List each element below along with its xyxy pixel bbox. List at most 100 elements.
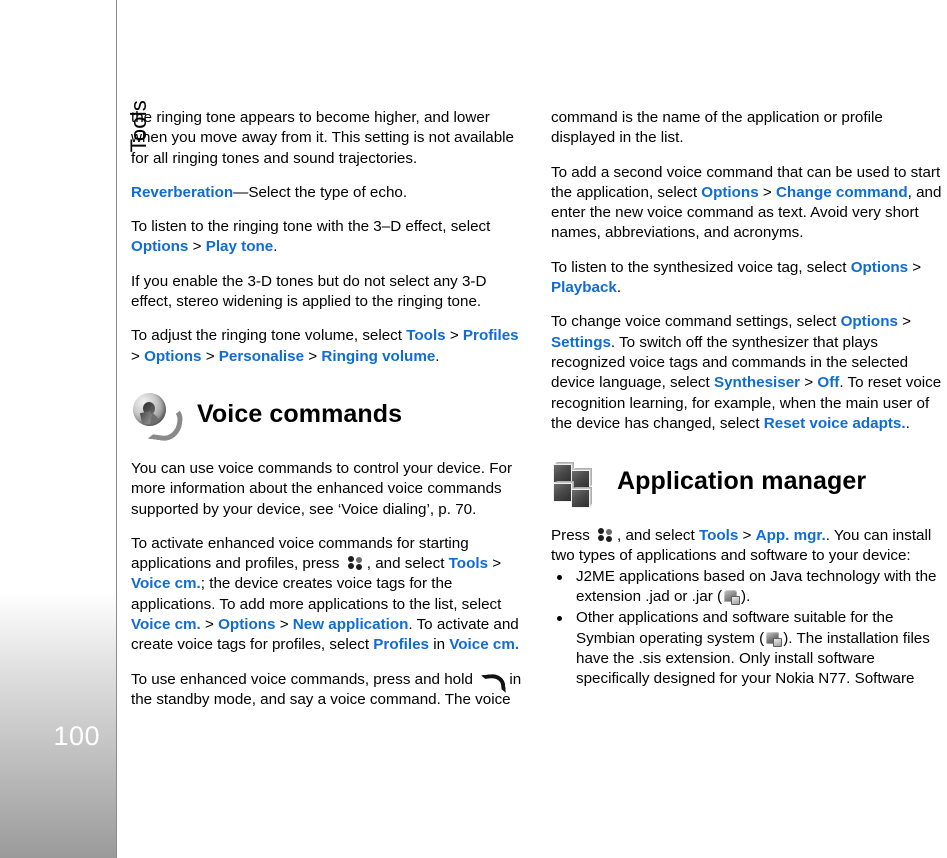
- symbian-app-icon: [766, 631, 783, 647]
- menu-key-icon: [347, 555, 363, 571]
- page-number: 100: [53, 721, 100, 751]
- ui-term-link[interactable]: Options: [841, 313, 898, 330]
- ui-term-link[interactable]: Options: [701, 184, 758, 201]
- body-text: .: [273, 238, 278, 256]
- call-key-icon: [481, 672, 507, 695]
- paragraph: Press , and select Tools > App. mgr.. Yo…: [551, 526, 946, 567]
- ui-term-link[interactable]: Synthesiser: [714, 374, 800, 391]
- body-text: .: [616, 279, 622, 297]
- appmgr-icon-block-4: [571, 489, 590, 509]
- chapter-sidebar: Tools 100: [0, 0, 151, 858]
- body-text: >: [131, 347, 145, 365]
- left-paragraph-group: the ringing tone appears to become highe…: [131, 108, 526, 367]
- body-text: You can use voice commands to control yo…: [131, 459, 513, 518]
- paragraph: the ringing tone appears to become highe…: [131, 108, 526, 169]
- ui-term-link[interactable]: Profiles: [373, 636, 429, 653]
- paragraph: To activate enhanced voice commands for …: [131, 534, 526, 656]
- paragraph: To adjust the ringing tone volume, selec…: [131, 326, 526, 367]
- menu-key-icon: [598, 527, 613, 543]
- ui-term-link[interactable]: Profiles: [463, 327, 519, 344]
- ui-term-link[interactable]: Playback: [551, 279, 617, 296]
- body-text: , and select: [366, 555, 449, 573]
- install-types-list: J2ME applications based on Java technolo…: [551, 567, 946, 690]
- ui-term-link[interactable]: Tools: [699, 527, 738, 544]
- body-text: >: [201, 347, 219, 365]
- menu-key-dot: [347, 563, 354, 570]
- ui-term-link[interactable]: Options: [218, 616, 275, 633]
- menu-key-dot: [347, 556, 354, 563]
- menu-key-dot: [606, 536, 613, 543]
- ui-term-link[interactable]: Tools: [406, 327, 445, 344]
- left-text-column: the ringing tone appears to become highe…: [131, 108, 526, 710]
- paragraph: command is the name of the application o…: [551, 108, 946, 149]
- ui-term-link[interactable]: Voice cm.: [131, 575, 201, 592]
- manual-page: Tools 100 the ringing tone appears to be…: [0, 0, 947, 858]
- body-text: >: [200, 616, 219, 634]
- ui-term-link[interactable]: Options: [851, 259, 908, 276]
- application-manager-heading: Application manager: [551, 456, 946, 509]
- ui-term-link[interactable]: Reset voice adapts.: [764, 415, 906, 432]
- bullet-dot-icon: [557, 616, 562, 622]
- body-text: To listen to the ringing tone with the 3…: [131, 218, 491, 236]
- ui-term-link[interactable]: Voice cm.: [131, 616, 201, 633]
- application-manager-icon: [551, 456, 601, 509]
- body-text: To listen to the synthesized voice tag, …: [551, 258, 851, 276]
- ui-term-link[interactable]: Change command: [776, 184, 908, 201]
- ui-term-link[interactable]: Voice cm.: [449, 636, 519, 653]
- body-text: >: [908, 258, 922, 276]
- ui-term-link[interactable]: Off: [817, 374, 839, 391]
- voice-commands-icon: [131, 389, 185, 444]
- body-text: the ringing tone appears to become highe…: [131, 109, 514, 167]
- ui-term-link[interactable]: Personalise: [219, 348, 304, 365]
- body-text: >: [304, 347, 322, 365]
- body-text: , and select: [617, 527, 699, 545]
- list-item: J2ME applications based on Java technolo…: [551, 567, 946, 608]
- body-text: >: [445, 327, 463, 345]
- body-text: To use enhanced voice commands, press an…: [131, 670, 478, 688]
- body-text: >: [188, 238, 206, 256]
- application-manager-title: Application manager: [617, 467, 867, 495]
- body-text: >: [800, 374, 818, 392]
- ui-term-link[interactable]: Play tone: [206, 238, 274, 255]
- body-text: >: [897, 313, 912, 331]
- appmgr-icon-block-1: [553, 464, 572, 484]
- paragraph: You can use voice commands to control yo…: [131, 459, 526, 520]
- paragraph: To listen to the synthesized voice tag, …: [551, 258, 946, 299]
- app-icon-tag: [731, 596, 741, 606]
- body-text: Press: [551, 527, 595, 545]
- body-text: .: [435, 347, 440, 365]
- body-text: >: [488, 555, 502, 573]
- body-text: in: [429, 636, 450, 654]
- paragraph: To add a second voice command that can b…: [551, 163, 946, 244]
- body-text: >: [738, 527, 756, 545]
- paragraph: To use enhanced voice commands, press an…: [131, 670, 526, 711]
- left-paragraph-group-after: You can use voice commands to control yo…: [131, 459, 526, 710]
- right-paragraph-group: command is the name of the application o…: [551, 108, 946, 434]
- voice-commands-title: Voice commands: [197, 399, 403, 428]
- bullet-dot-icon: [557, 574, 562, 580]
- body-text: J2ME applications based on Java technolo…: [576, 567, 937, 606]
- appmgr-icon-block-2: [571, 470, 590, 490]
- ui-term-link[interactable]: Options: [144, 348, 201, 365]
- menu-key-dot: [606, 529, 613, 536]
- ui-term-link[interactable]: Settings: [551, 334, 611, 351]
- body-text: .: [905, 414, 910, 432]
- body-text: To change voice command settings, select: [551, 313, 841, 331]
- ui-term-link[interactable]: Tools: [449, 555, 488, 572]
- ui-term-link[interactable]: Ringing volume: [321, 348, 435, 365]
- right-paragraph-group-after: Press , and select Tools > App. mgr.. Yo…: [551, 526, 946, 567]
- list-item: Other applications and software suitable…: [551, 608, 946, 689]
- body-text: If you enable the 3-D tones but do not s…: [131, 272, 487, 311]
- body-text: —Select the type of echo.: [233, 183, 408, 201]
- ui-term-link[interactable]: App. mgr.: [756, 527, 826, 544]
- appmgr-icon-block-3: [553, 483, 572, 503]
- body-text: command is the name of the application o…: [551, 109, 883, 147]
- ui-term-link[interactable]: New application: [293, 616, 409, 633]
- ui-term-link[interactable]: Reverberation: [131, 184, 233, 201]
- call-key-hook: [481, 672, 507, 695]
- menu-key-dot: [598, 528, 605, 535]
- ui-term-link[interactable]: Options: [131, 238, 188, 255]
- body-text: >: [758, 183, 776, 201]
- java-app-icon: [724, 589, 741, 606]
- paragraph: To listen to the ringing tone with the 3…: [131, 217, 526, 258]
